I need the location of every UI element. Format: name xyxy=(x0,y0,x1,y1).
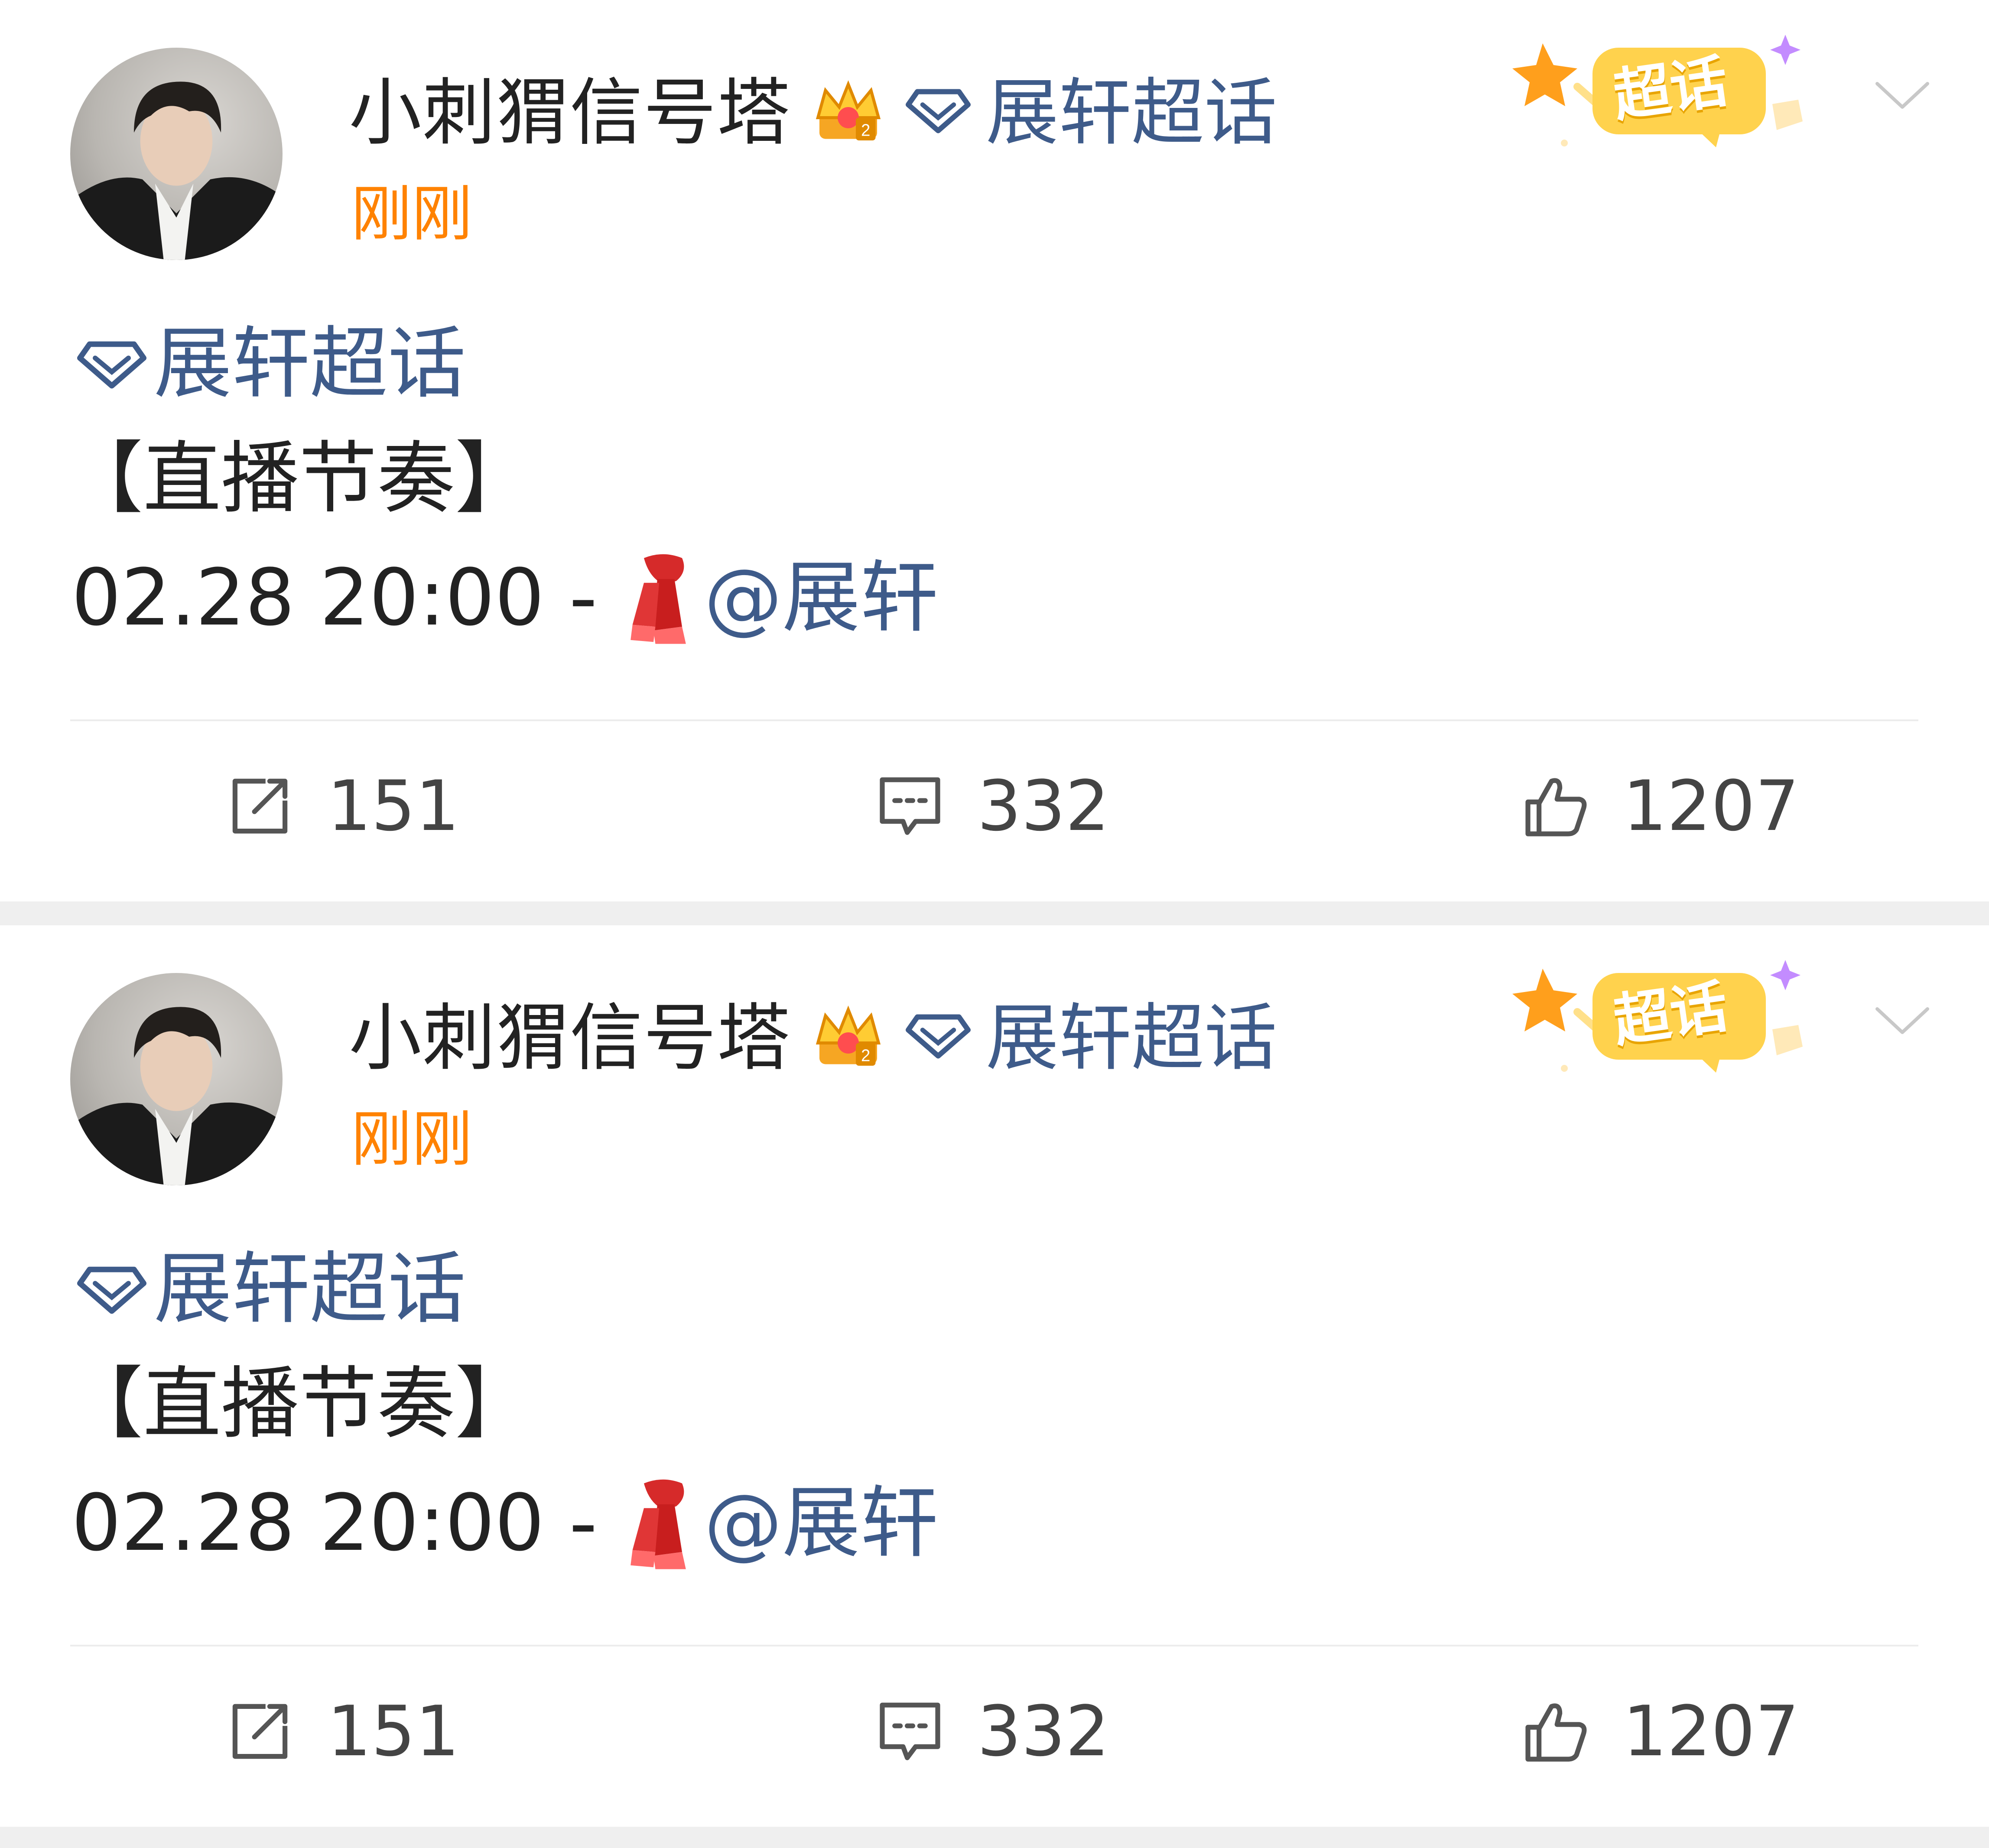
feed-separator xyxy=(0,1827,1989,1848)
comment-icon xyxy=(880,1702,940,1760)
like-count: 1207 xyxy=(1623,1691,1800,1772)
header-topic-link[interactable]: 展轩超话 xyxy=(986,65,1277,160)
repost-button[interactable]: 151 xyxy=(223,763,492,849)
like-button[interactable]: 1207 xyxy=(1519,1688,1831,1775)
chevron-down-icon[interactable] xyxy=(1872,1001,1933,1040)
post-time: 刚刚 xyxy=(351,1104,473,1175)
crown-badge-icon: 2 xyxy=(816,1005,881,1066)
chevron-down-icon[interactable] xyxy=(1872,76,1933,115)
schedule-datetime: 02.28 20:00 - xyxy=(72,553,598,643)
comment-button[interactable]: 332 xyxy=(873,1688,1155,1775)
repost-count: 151 xyxy=(327,1691,460,1772)
topic-label: 展轩超话 xyxy=(154,1244,466,1334)
comment-icon xyxy=(880,777,940,835)
diamond-icon xyxy=(77,1266,146,1314)
svg-text:2: 2 xyxy=(861,121,870,140)
post-title: 【直播节奏】 xyxy=(65,433,533,524)
post-time: 刚刚 xyxy=(351,179,473,250)
like-icon xyxy=(1525,1703,1587,1762)
post-card[interactable]: 小刺猬信号塔 2 展轩超话 刚刚 超话 展轩超话 【直播节奏】 02.28 20… xyxy=(0,0,1989,901)
divider xyxy=(70,719,1918,721)
mention-link[interactable]: @展轩 xyxy=(704,548,938,648)
crown-badge-icon: 2 xyxy=(816,80,881,140)
divider xyxy=(70,1645,1918,1646)
like-button[interactable]: 1207 xyxy=(1519,763,1831,849)
mention-link[interactable]: @展轩 xyxy=(704,1474,938,1573)
scarf-emoji-icon xyxy=(630,554,686,644)
user-avatar[interactable] xyxy=(70,48,283,260)
repost-button[interactable]: 151 xyxy=(223,1688,492,1775)
username[interactable]: 小刺猬信号塔 xyxy=(349,990,791,1086)
user-avatar[interactable] xyxy=(70,973,283,1185)
comment-count: 332 xyxy=(977,765,1110,846)
feed-separator xyxy=(0,901,1989,925)
comment-count: 332 xyxy=(977,1691,1110,1772)
feed: 小刺猬信号塔 2 展轩超话 刚刚 超话 展轩超话 【直播节奏】 02.28 20… xyxy=(0,0,1989,1848)
diamond-icon xyxy=(906,89,971,133)
scarf-emoji-icon xyxy=(630,1479,686,1569)
post-card[interactable]: 小刺猬信号塔 2 展轩超话 刚刚 超话 展轩超话 【直播节奏】 02.28 20… xyxy=(0,925,1989,1827)
username[interactable]: 小刺猬信号塔 xyxy=(349,65,791,160)
post-title: 【直播节奏】 xyxy=(65,1359,533,1449)
topic-label: 展轩超话 xyxy=(154,319,466,409)
header-topic-link[interactable]: 展轩超话 xyxy=(986,990,1277,1086)
svg-text:2: 2 xyxy=(861,1047,870,1065)
like-count: 1207 xyxy=(1623,765,1800,846)
repost-count: 151 xyxy=(327,765,460,846)
schedule-datetime: 02.28 20:00 - xyxy=(72,1478,598,1568)
comment-button[interactable]: 332 xyxy=(873,763,1155,849)
repost-icon xyxy=(232,1704,288,1759)
like-icon xyxy=(1525,778,1587,836)
diamond-icon xyxy=(906,1014,971,1059)
repost-icon xyxy=(232,778,288,834)
diamond-icon xyxy=(77,341,146,389)
